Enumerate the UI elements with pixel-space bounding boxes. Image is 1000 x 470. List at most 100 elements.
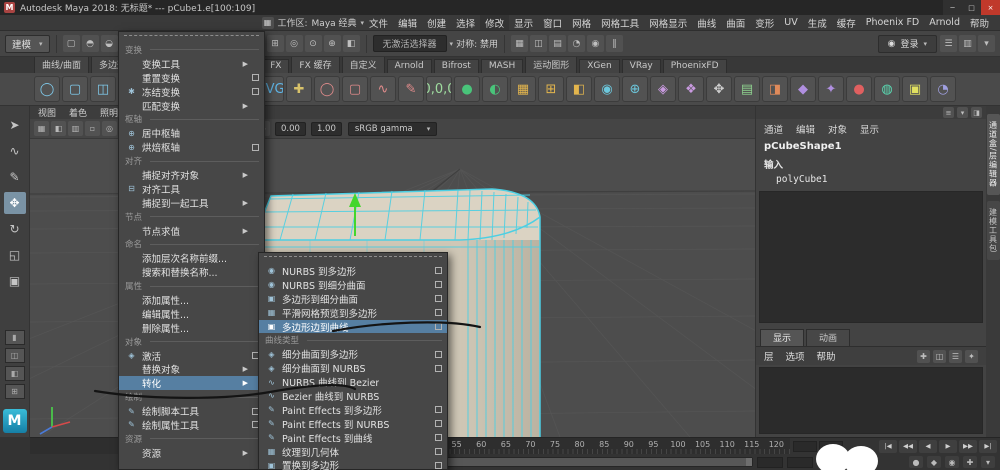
scene-file-icon[interactable]: ◒ (101, 35, 118, 52)
shelf-tool-icon[interactable]: ▤ (734, 76, 760, 102)
viewport-toolbar-icon[interactable]: ▥ (68, 121, 83, 136)
convert-submenu-item[interactable]: ∿ NURBS 曲线到 Bezier (259, 375, 447, 389)
playback-button[interactable]: ▶▶ (959, 440, 977, 453)
channel-list-area[interactable] (759, 191, 983, 323)
modify-menu-item[interactable]: 添加属性... (119, 293, 264, 307)
convert-submenu-item[interactable]: ◉ NURBS 到多边形 (259, 264, 447, 278)
convert-submenu-item[interactable]: ◈ 细分曲面到 NURBS (259, 361, 447, 375)
channel-box-menu-item[interactable]: 编辑 (796, 122, 815, 136)
layer-menu-item[interactable]: 选项 (786, 349, 805, 363)
tool-icon[interactable]: ➤ (4, 114, 26, 136)
channel-box-strip-icon[interactable]: ≡ (943, 107, 954, 118)
menu-bar-item[interactable]: 网格 (567, 15, 596, 30)
current-frame-field-2[interactable] (819, 441, 843, 452)
panel-menu-item[interactable]: 视图 (38, 106, 56, 119)
snap-icon[interactable]: ◧ (343, 35, 360, 52)
shelf-tab[interactable]: 运动图形 (525, 56, 577, 73)
shelf-tab[interactable]: VRay (622, 59, 661, 73)
modify-menu-item[interactable]: ✱ 冻结变换 (119, 85, 264, 99)
snap-icon[interactable]: ⊕ (324, 35, 341, 52)
modify-menu-item[interactable]: 搜索和替换名称... (119, 265, 264, 279)
render-icon[interactable]: ◔ (568, 35, 585, 52)
modify-menu-item[interactable]: ◈ 激活 (119, 349, 264, 363)
modify-menu-item[interactable]: 捕捉到一起工具 ▶ (119, 196, 264, 210)
panel-menu-item[interactable]: 照明 (100, 106, 118, 119)
render-icon[interactable]: ◫ (530, 35, 547, 52)
shelf-tool-icon[interactable]: ◯ (34, 76, 60, 102)
tool-icon[interactable]: ✎ (4, 166, 26, 188)
viewport-toolbar-icon[interactable]: ▫ (85, 121, 100, 136)
tool-icon[interactable]: ↻ (4, 218, 26, 240)
range-end-field[interactable] (757, 457, 783, 468)
menu-bar-item[interactable]: UV (779, 15, 802, 30)
menu-bar-item[interactable]: 修改 (480, 15, 509, 30)
modify-menu-item[interactable]: 节点求值 ▶ (119, 224, 264, 238)
modify-menu-item[interactable]: 枢轴 (119, 112, 264, 126)
modify-menu-item[interactable]: 变换 (119, 43, 264, 57)
shelf-tool-icon[interactable]: ◔ (930, 76, 956, 102)
close-button[interactable]: × (981, 0, 1000, 15)
convert-submenu-item[interactable]: ▣ 多边形边到曲线 (259, 320, 447, 334)
shelf-tool-icon[interactable]: ❖ (678, 76, 704, 102)
shelf-tool-icon[interactable]: ● (846, 76, 872, 102)
playback-button[interactable]: ▶ (939, 440, 957, 453)
maximize-button[interactable]: □ (962, 0, 981, 15)
shelf-tool-icon[interactable]: 0,0,0 (426, 76, 452, 102)
menu-bar-item[interactable]: 生成 (803, 15, 832, 30)
shelf-tab[interactable]: FX (262, 59, 289, 73)
shelf-tool-icon[interactable]: ∿ (370, 76, 396, 102)
convert-submenu-item[interactable]: 曲线类型 (259, 333, 447, 347)
shelf-tool-icon[interactable]: ◈ (650, 76, 676, 102)
layout-shortcut-button[interactable]: ◫ (5, 348, 25, 363)
workspace-selector[interactable]: ▦ 工作区: Maya 经典 ▾ (262, 16, 365, 29)
option-box[interactable] (435, 267, 442, 274)
playback-button[interactable]: ◀◀ (899, 440, 917, 453)
modify-menu-item[interactable]: 编辑属性... (119, 307, 264, 321)
modify-menu-item[interactable]: 节点 (119, 210, 264, 224)
modify-menu-item[interactable]: 属性 (119, 279, 264, 293)
tool-icon[interactable]: ◱ (4, 244, 26, 266)
sidebar-toggle-icon[interactable]: ☰ (940, 35, 957, 52)
option-box[interactable] (435, 365, 442, 372)
tool-icon[interactable]: ▣ (4, 270, 26, 292)
minimize-button[interactable]: ─ (943, 0, 962, 15)
modify-menu-item[interactable]: 添加层次名称前缀... (119, 251, 264, 265)
shelf-tool-icon[interactable]: ▢ (342, 76, 368, 102)
menu-bar-item[interactable]: 编辑 (393, 15, 422, 30)
convert-submenu-item[interactable]: ✎ Paint Effects 到 NURBS (259, 417, 447, 431)
sidebar-vertical-tab[interactable]: 通道盒/层编辑器 (987, 114, 1000, 195)
layer-action-icon[interactable]: ☰ (949, 350, 962, 363)
panel-menu-item[interactable]: 着色 (69, 106, 87, 119)
shelf-tool-icon[interactable]: ◫ (90, 76, 116, 102)
shelf-tool-icon[interactable]: ● (454, 76, 480, 102)
layout-shortcut-button[interactable]: ▮ (5, 330, 25, 345)
shelf-tab[interactable]: 自定义 (342, 56, 385, 73)
viewport-toolbar-icon[interactable]: ◧ (51, 121, 66, 136)
option-box[interactable] (435, 323, 442, 330)
channel-box-menu-item[interactable]: 通道 (764, 122, 783, 136)
gamma-field[interactable]: 1.00 (311, 122, 342, 136)
shelf-tab[interactable]: Arnold (387, 59, 432, 73)
layer-editor-tab[interactable]: 显示 (760, 329, 804, 346)
symmetry-dropdown[interactable]: ▾ 对称: 禁用 (450, 37, 498, 50)
snap-icon[interactable]: ◎ (286, 35, 303, 52)
render-icon[interactable]: ▤ (549, 35, 566, 52)
convert-submenu-item[interactable]: ◈ 细分曲面到多边形 (259, 347, 447, 361)
snap-icon[interactable]: ⊙ (305, 35, 322, 52)
shelf-tool-icon[interactable]: ◆ (790, 76, 816, 102)
tear-off-handle[interactable] (264, 256, 442, 261)
channel-box-strip-icon[interactable]: ◨ (971, 107, 982, 118)
layer-action-icon[interactable]: ✚ (917, 350, 930, 363)
menu-bar-item[interactable]: 曲线 (692, 15, 721, 30)
shelf-tool-icon[interactable]: ✎ (398, 76, 424, 102)
tear-off-handle[interactable] (124, 35, 259, 40)
modify-menu-item[interactable]: 对齐 (119, 154, 264, 168)
convert-submenu-item[interactable]: ▦ 纹理到几何体 (259, 445, 447, 459)
playback-button[interactable]: |◀ (879, 440, 897, 453)
modify-menu-item[interactable]: 删除属性... (119, 321, 264, 335)
animation-pref-icon[interactable]: ◉ (945, 456, 959, 468)
login-button[interactable]: ◉ 登录 ▾ (878, 35, 937, 53)
menu-bar-item[interactable]: 文件 (364, 15, 393, 30)
option-box[interactable] (252, 74, 259, 81)
shelf-tool-icon[interactable]: ▣ (902, 76, 928, 102)
